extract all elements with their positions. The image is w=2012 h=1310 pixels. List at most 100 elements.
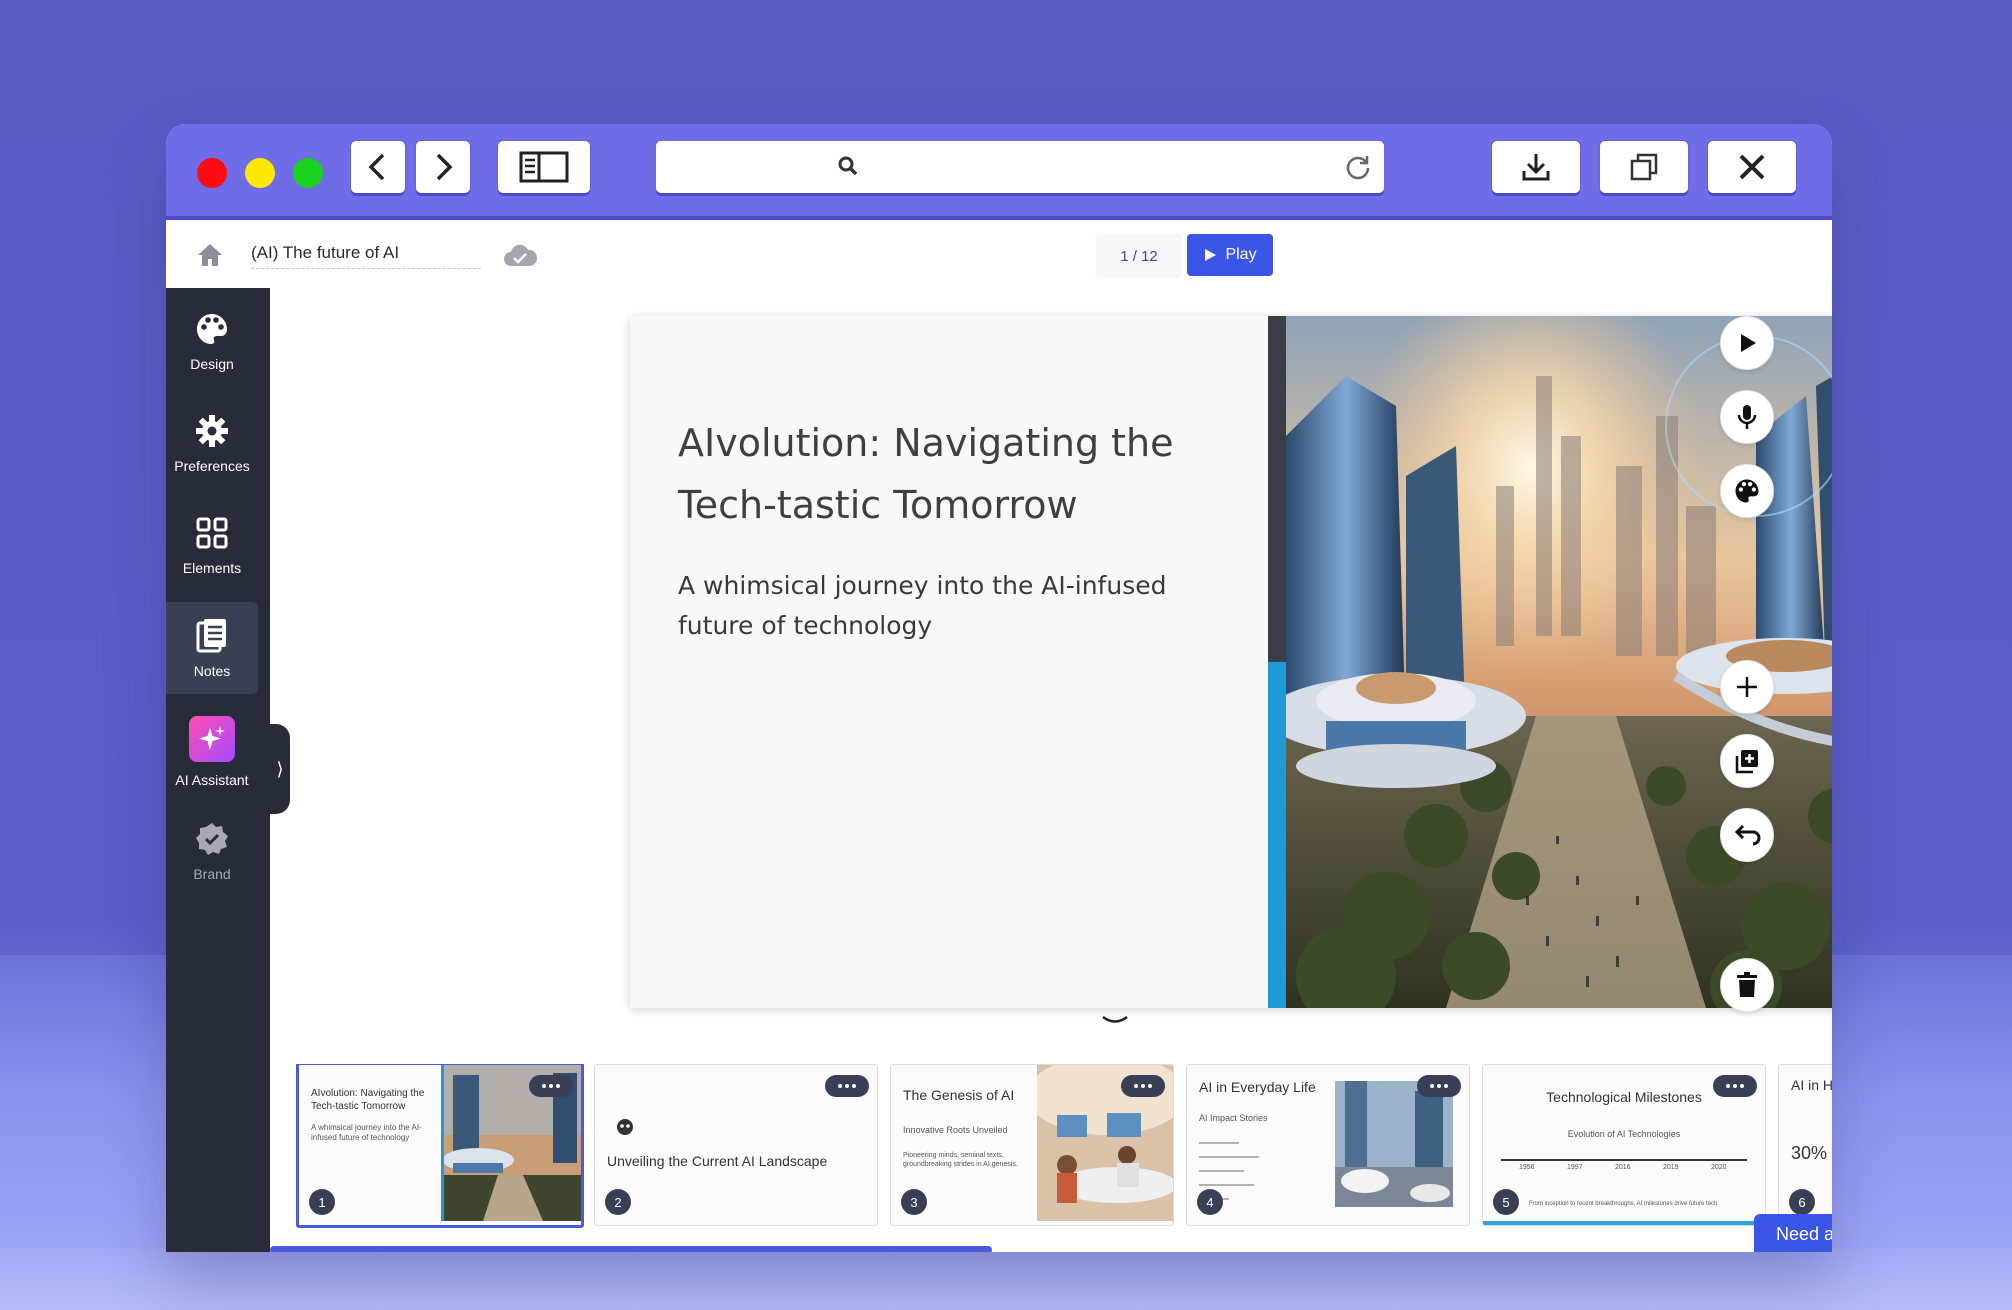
play-label: Play [1225, 246, 1257, 263]
slide-thumbnail[interactable]: Technological Milestones Evolution of AI… [1482, 1064, 1766, 1226]
slide-thumbnail[interactable]: The Genesis of AI Innovative Roots Unvei… [890, 1064, 1174, 1226]
left-sidebar: Design Preferences Elements Notes AI Ass… [166, 288, 270, 1252]
sidebar-toggle-button[interactable] [498, 141, 590, 193]
thumbnail-stat: 30% [1791, 1143, 1828, 1163]
play-icon [1205, 249, 1217, 261]
slide-thumbnail[interactable]: AI in Everyday Life AI Impact Stories 4 [1186, 1064, 1470, 1226]
sidebar-item-label: Notes [193, 663, 231, 679]
sidebar-item-label: Brand [193, 866, 231, 882]
thumbnail-title: The Genesis of AI [903, 1087, 1015, 1103]
timeline-line [1501, 1159, 1747, 1161]
back-button[interactable] [351, 141, 405, 193]
slide-thumbnail[interactable]: Unveiling the Current AI Landscape 2 [594, 1064, 878, 1226]
sidebar-item-design[interactable]: Design [166, 296, 258, 388]
palette-icon [197, 314, 227, 344]
chevron-left-icon [368, 153, 385, 181]
slide-thumbnail[interactable]: AI in He 30% 6 [1778, 1064, 1832, 1226]
slide-accent-blue [1268, 662, 1286, 1008]
thumbnail-number: 1 [309, 1189, 335, 1215]
sidebar-item-brand[interactable]: Brand [166, 806, 258, 898]
reload-icon[interactable] [1344, 153, 1372, 181]
thumbnail-body: Pioneering minds, seminal texts, groundb… [903, 1152, 1018, 1168]
app-window: (AI) The future of AI 1 / 12 Play Design… [166, 124, 1832, 1252]
microphone-icon [1737, 405, 1757, 429]
title-bar [166, 124, 1832, 220]
add-slide-button[interactable] [1720, 660, 1774, 714]
minimize-window-dot[interactable] [245, 158, 275, 188]
slide-canvas[interactable]: AIvolution: Navigating the Tech-tastic T… [630, 316, 1832, 1008]
thumbnail-scrollbar[interactable] [270, 1246, 992, 1252]
maximize-window-dot[interactable] [293, 158, 323, 188]
thumbnail-title: Unveiling the Current AI Landscape [607, 1153, 828, 1169]
thumbnail-number: 3 [901, 1189, 927, 1215]
delete-slide-button[interactable] [1720, 958, 1774, 1012]
sidebar-item-label: Elements [182, 560, 242, 576]
badge-check-icon [196, 823, 228, 855]
slide-subtitle[interactable]: A whimsical journey into the AI-infused … [678, 566, 1218, 646]
home-icon[interactable] [196, 242, 224, 268]
thumbnail-more-button[interactable] [1713, 1075, 1757, 1097]
thumbnail-number: 4 [1197, 1189, 1223, 1215]
help-chat-button[interactable]: Need a [1754, 1214, 1832, 1252]
voice-button[interactable] [1720, 390, 1774, 444]
close-window-dot[interactable] [197, 158, 227, 188]
thumbnail-title: AI in Everyday Life [1199, 1079, 1316, 1095]
gear-icon [196, 415, 228, 447]
cloud-saved-icon [504, 244, 538, 266]
robot-head-icon [617, 1119, 633, 1135]
undo-icon [1734, 824, 1761, 846]
timeline-year: 2020 [1711, 1164, 1727, 1171]
slide-thumbnail-strip: AIvolution: Navigating the Tech-tastic T… [296, 1064, 1832, 1228]
download-button[interactable] [1492, 141, 1580, 193]
duplicate-slide-button[interactable] [1720, 734, 1774, 788]
timeline-year: 2019 [1663, 1164, 1679, 1171]
slide-title[interactable]: AIvolution: Navigating the Tech-tastic T… [678, 412, 1218, 536]
restore-window-button[interactable] [1600, 141, 1688, 193]
search-icon [838, 156, 858, 176]
play-icon [1741, 334, 1756, 352]
thumbnail-accent [441, 1065, 444, 1221]
slide-thumbnail[interactable]: AIvolution: Navigating the Tech-tastic T… [296, 1064, 584, 1228]
thumbnail-subtitle: A whimsical journey into the AI-infused … [311, 1123, 422, 1142]
background-floor-shine [0, 1248, 2012, 1310]
thumbnail-subtitle: Evolution of AI Technologies [1567, 1129, 1681, 1139]
chevron-down-icon[interactable] [1100, 1014, 1130, 1028]
thumbnail-number: 5 [1493, 1189, 1519, 1215]
ai-assistant-badge [189, 716, 235, 762]
sidebar-item-label: Preferences [174, 458, 250, 474]
thumbnail-subtitle: Innovative Roots Unveiled [903, 1125, 1008, 1135]
forward-button[interactable] [416, 141, 470, 193]
thumbnail-more-button[interactable] [529, 1075, 573, 1097]
sidebar-item-ai-assistant[interactable]: AI Assistant [166, 706, 258, 798]
sidebar-item-elements[interactable]: Elements [166, 500, 258, 592]
sparkle-icon [199, 726, 225, 750]
thumbnail-more-button[interactable] [1417, 1075, 1461, 1097]
grid-icon [196, 517, 228, 549]
page-indicator: 1 / 12 [1096, 234, 1182, 278]
thumbnail-caption: From inception to recent breakthroughs, … [1528, 1201, 1720, 1207]
sidebar-item-label: Design [190, 356, 234, 372]
thumbnail-number: 2 [605, 1189, 631, 1215]
timeline-year: 1997 [1567, 1164, 1583, 1171]
chevron-right-icon [436, 153, 453, 181]
thumbnail-more-button[interactable] [825, 1075, 869, 1097]
close-button[interactable] [1708, 141, 1796, 193]
sidebar-panel-icon [519, 151, 569, 183]
present-button[interactable] [1720, 316, 1774, 370]
thumbnail-number: 6 [1789, 1189, 1815, 1215]
play-button[interactable]: Play [1187, 234, 1273, 276]
thumbnail-title: AI in He [1791, 1077, 1832, 1093]
document-title[interactable]: (AI) The future of AI [251, 238, 481, 269]
slide-accent-bar [1268, 316, 1286, 1008]
thumbnail-more-button[interactable] [1121, 1075, 1165, 1097]
sidebar-collapse-handle[interactable]: ⟩ [270, 724, 290, 814]
undo-button[interactable] [1720, 808, 1774, 862]
close-icon [1739, 154, 1765, 180]
sidebar-item-preferences[interactable]: Preferences [166, 398, 258, 490]
address-bar[interactable] [656, 141, 1384, 193]
notes-icon [196, 619, 226, 653]
thumbnail-subtitle: AI Impact Stories [1199, 1113, 1268, 1123]
sidebar-item-notes[interactable]: Notes [166, 602, 258, 694]
thumbnail-accent [1483, 1221, 1765, 1225]
theme-button[interactable] [1720, 464, 1774, 518]
